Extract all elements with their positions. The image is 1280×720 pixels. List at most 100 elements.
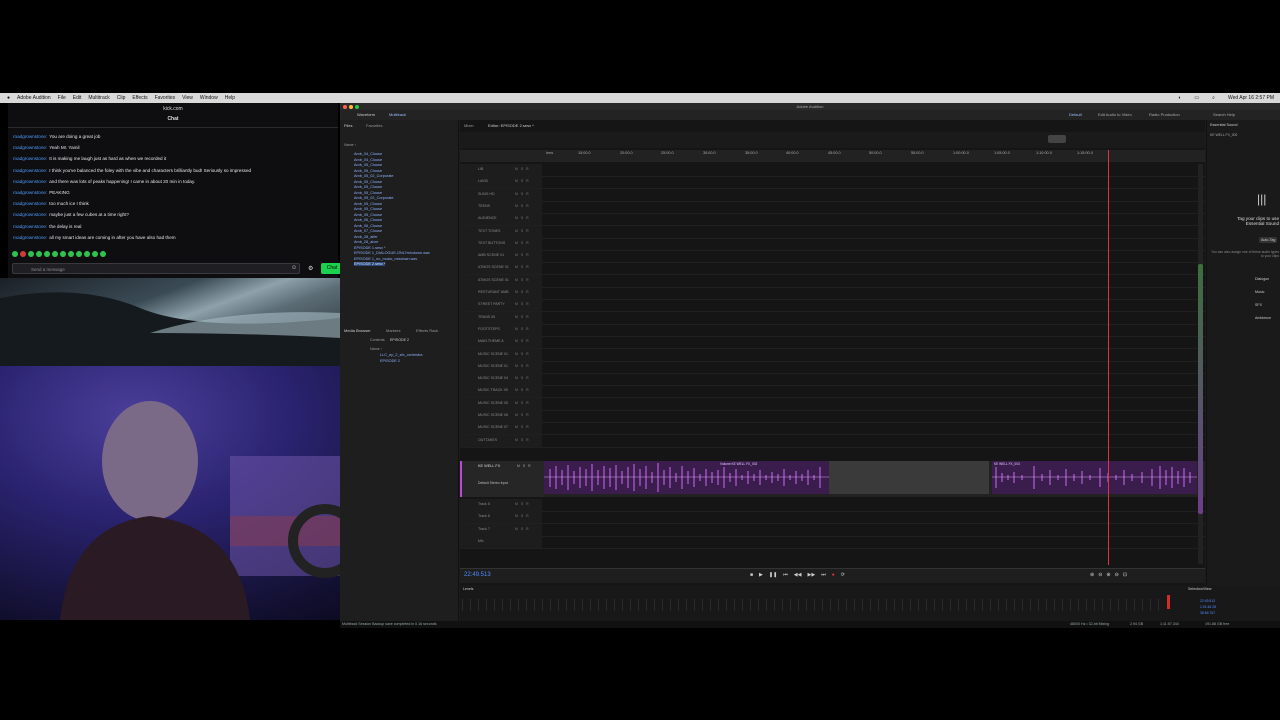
track-name[interactable]: SUNG HD <box>478 192 495 196</box>
track-msr-buttons[interactable]: MSR <box>515 216 532 220</box>
track-row[interactable]: MUSIC SCENE 01 MSR <box>460 348 1205 362</box>
track-msr-buttons[interactable]: MSR <box>515 352 532 356</box>
tab-favorites[interactable]: Favorites <box>366 123 382 128</box>
track-msr-buttons[interactable]: MSR <box>515 376 532 380</box>
chat-input[interactable]: Send a message <box>12 263 300 274</box>
zoom-out-time-icon[interactable]: ⊖ <box>1115 572 1119 578</box>
track-row[interactable]: TRANS 05 MSR <box>460 311 1205 325</box>
track-row[interactable]: MUSIC SCENE 01 MSR <box>460 360 1205 374</box>
minimize-button[interactable] <box>349 104 353 109</box>
track-name[interactable]: TRANS 05 <box>478 315 495 319</box>
track-name[interactable]: TEENS <box>478 204 490 208</box>
file-item[interactable]: Amb_28_aiver <box>354 240 378 244</box>
track-row[interactable]: OUTTAKES MSR <box>460 434 1205 448</box>
menu-clip[interactable]: Clip <box>117 95 126 101</box>
track-msr-buttons[interactable]: MSR <box>515 290 532 294</box>
track-name[interactable]: MUSIC SCENE 04 <box>478 376 508 380</box>
track-name[interactable]: Track 5 <box>478 502 490 506</box>
track-row[interactable]: RESTURANT AMB MSR <box>460 287 1205 300</box>
tab-mixer[interactable]: Mixer <box>464 123 474 128</box>
track-msr-buttons[interactable]: MSR <box>515 204 532 208</box>
track-row[interactable]: LIB MSR <box>460 164 1205 177</box>
play-icon[interactable]: ▶ <box>759 572 763 578</box>
track-msr-buttons[interactable]: MSR <box>515 327 532 331</box>
tab-multitrack[interactable]: Multitrack <box>386 110 409 120</box>
file-item[interactable]: Amb_05_Clouse <box>354 207 382 211</box>
playhead[interactable] <box>1108 150 1109 565</box>
audio-clip[interactable]: Volume KE WELL FX_002 <box>544 461 829 494</box>
zoom-in-amplitude-icon[interactable]: ⊕ <box>1090 572 1094 578</box>
emote-icon[interactable] <box>44 251 50 257</box>
file-item[interactable]: EPISODE 1_DIALOGUE-ONLYmixdown.wav <box>354 251 430 255</box>
menubar-clock[interactable]: Wed Apr 16 2:57 PM <box>1228 95 1274 101</box>
menu-effects[interactable]: Effects <box>132 95 147 101</box>
selection-end[interactable]: 1:01:46.28 <box>1200 605 1216 609</box>
file-item[interactable]: Amb_28_aifer <box>354 235 378 239</box>
track-row[interactable]: STREET PARTY MSR <box>460 299 1205 313</box>
track-row[interactable]: Track 6 MSR <box>460 511 1205 525</box>
menu-window[interactable]: Window <box>200 95 218 101</box>
track-row[interactable]: AUDIENCE MSR <box>460 213 1205 227</box>
chat-username[interactable]: roadgrownstone: <box>13 156 47 161</box>
battery-icon[interactable]: ▭ <box>1194 95 1199 101</box>
menu-favorites[interactable]: Favorites <box>155 95 176 101</box>
track-row[interactable]: SUNG HD MSR <box>460 188 1205 202</box>
track-row[interactable]: FOOTSTEPS MSR <box>460 323 1205 337</box>
current-time-display[interactable]: 22:49.513 <box>464 572 491 578</box>
type-music-button[interactable]: Music <box>1255 290 1264 294</box>
master-track[interactable]: Mix <box>460 535 1205 549</box>
track-msr-buttons[interactable]: MSR <box>515 388 532 392</box>
file-item[interactable]: Amb_06_Clouse <box>354 218 382 222</box>
track-row[interactable]: MUSIC SCENE 04 MSR <box>460 373 1205 387</box>
menu-view[interactable]: View <box>182 95 193 101</box>
chat-username[interactable]: roadgrownstone: <box>13 145 47 150</box>
emote-icon[interactable] <box>84 251 90 257</box>
track-row[interactable]: LAVID MSR <box>460 176 1205 190</box>
maximize-button[interactable] <box>355 104 359 109</box>
chat-username[interactable]: roadgrownstone: <box>13 168 47 173</box>
active-track[interactable]: KE WELL FX MSR Default Stereo Input Volu… <box>460 461 1205 497</box>
file-item[interactable]: Amb_05_Clouse <box>354 185 382 189</box>
workspace-edit-audio-video[interactable]: Edit Audio to Video <box>1095 110 1135 120</box>
stop-icon[interactable]: ■ <box>750 572 753 578</box>
apple-icon[interactable]: ● <box>7 95 10 101</box>
file-item[interactable]: Amb_05_Clouse <box>354 163 382 167</box>
selection-start[interactable]: 22:49.513 <box>1200 599 1215 603</box>
track-msr-buttons[interactable]: MSR <box>515 401 532 405</box>
track-name[interactable]: Track 6 <box>478 514 490 518</box>
menu-multitrack[interactable]: Multitrack <box>88 95 109 101</box>
file-item[interactable]: Amb_06_Clouse <box>354 224 382 228</box>
pause-icon[interactable]: ❚❚ <box>769 572 777 578</box>
track-msr-buttons[interactable]: MSR <box>515 278 532 282</box>
track-msr-buttons[interactable]: MSR <box>515 253 532 257</box>
emote-icon[interactable] <box>68 251 74 257</box>
overview-bar[interactable] <box>460 132 1205 148</box>
track-name[interactable]: MUSIC SCENE 05 <box>478 401 508 405</box>
workspace-default[interactable]: Default <box>1066 110 1085 120</box>
track-name[interactable]: AUDIENCE <box>478 216 497 220</box>
emote-icon[interactable] <box>20 251 26 257</box>
record-icon[interactable]: ● <box>832 572 835 578</box>
zoom-out-amplitude-icon[interactable]: ⊖ <box>1098 572 1102 578</box>
time-ruler[interactable]: hms 15:00.0 20:00.0 25:00.0 30:00.0 35:0… <box>460 150 1205 162</box>
chat-username[interactable]: roadgrownstone: <box>13 224 47 229</box>
type-sfx-button[interactable]: SFX <box>1255 303 1262 307</box>
essential-sound-title[interactable]: Essential Sound <box>1210 123 1237 127</box>
menu-app[interactable]: Adobe Audition <box>17 95 51 101</box>
zoom-full-icon[interactable]: ⊡ <box>1123 572 1127 578</box>
search-icon[interactable]: ⌕ <box>1212 95 1215 101</box>
active-track-header[interactable]: KE WELL FX MSR Default Stereo Input <box>460 461 544 497</box>
tab-markers[interactable]: Markers <box>386 328 400 333</box>
file-item[interactable]: Amb_04_Clouse <box>354 158 382 162</box>
media-item[interactable]: LLC_ep_2_sfx_orchestra <box>380 353 422 357</box>
file-item[interactable]: Amb_05_02_Corporate <box>354 174 393 178</box>
chat-username[interactable]: roadgrownstone: <box>13 201 47 206</box>
track-msr-buttons[interactable]: MSR <box>515 265 532 269</box>
tab-files[interactable]: Files <box>344 123 352 128</box>
tab-editor[interactable]: Editor: EPISODE 2.sesx * <box>488 123 534 128</box>
track-name[interactable]: MAIN THEME A <box>478 339 504 343</box>
menu-help[interactable]: Help <box>225 95 235 101</box>
track-msr-buttons[interactable]: MSR <box>515 315 532 319</box>
track-name[interactable]: Track 7 <box>478 527 490 531</box>
track-name[interactable]: MUSIC SCENE 01 <box>478 364 508 368</box>
